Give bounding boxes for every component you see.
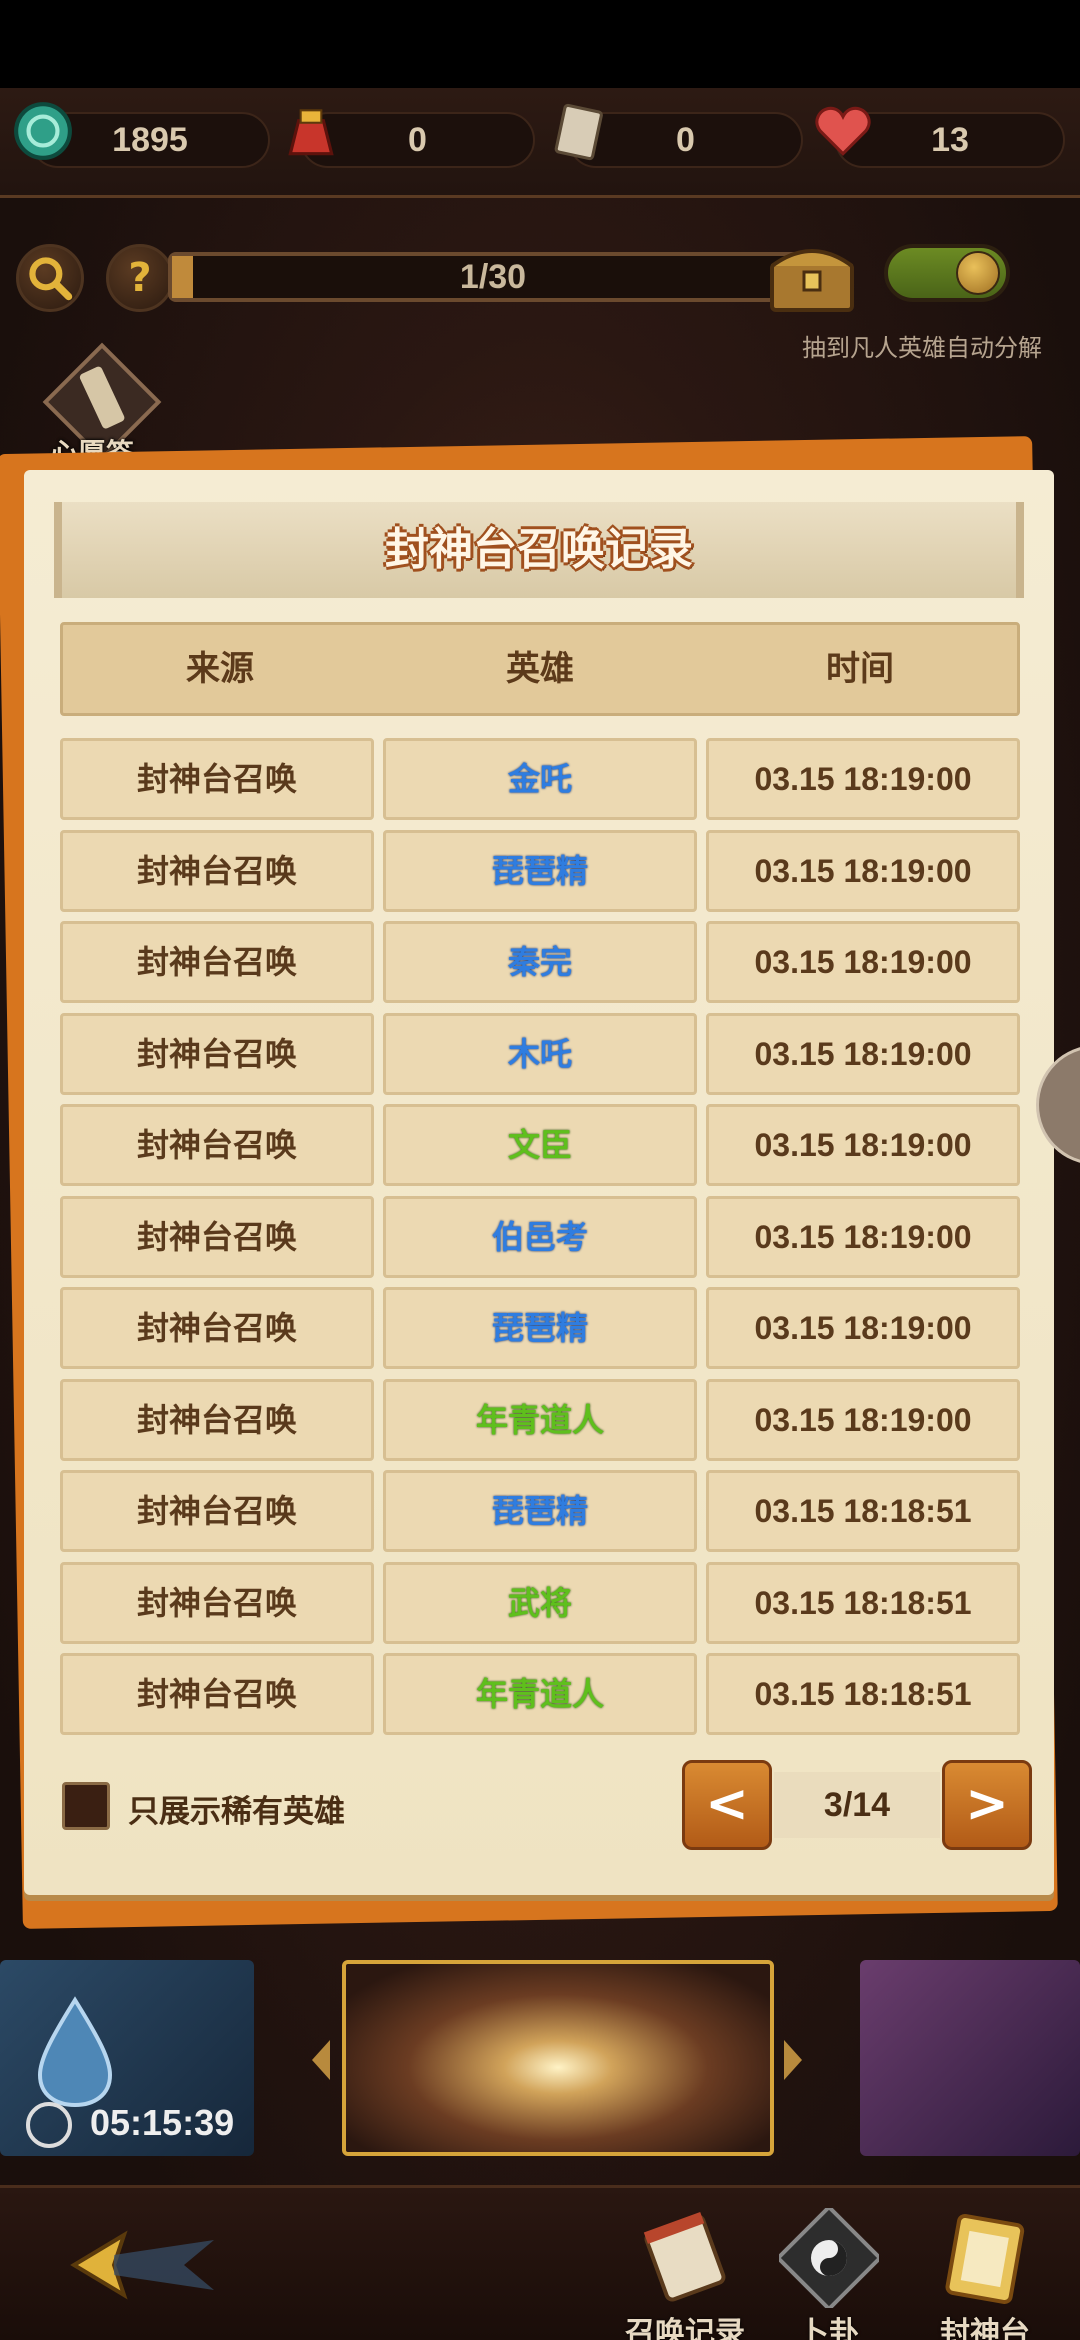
nav-altar[interactable]: 封神台 <box>920 2200 1050 2340</box>
help-button[interactable]: ? <box>106 244 174 312</box>
cell-time: 03.15 18:19:00 <box>706 738 1020 820</box>
cell-hero: 木吒 <box>383 1012 697 1095</box>
table-row: 封神台召唤 武将 03.15 18:18:51 <box>60 1561 1020 1644</box>
search-icon <box>29 257 73 301</box>
table-row: 封神台召唤 琵琶精 03.15 18:19:00 <box>60 1287 1020 1369</box>
cell-source: 封神台召唤 <box>60 1470 374 1552</box>
cell-source: 封神台召唤 <box>60 1195 374 1278</box>
cell-hero: 伯邑考 <box>383 1195 697 1278</box>
nav-divination[interactable]: 卜卦 <box>764 2200 894 2340</box>
header-time: 时间 <box>826 649 894 689</box>
event-timer: 05:15:39 <box>90 2102 235 2143</box>
ticket-icon <box>554 103 603 161</box>
nav-divination-label: 卜卦 <box>799 2316 859 2340</box>
toggle-knob <box>956 251 1000 295</box>
carousel-right-arrow[interactable] <box>784 2040 802 2080</box>
cell-source: 封神台召唤 <box>60 921 374 1003</box>
search-button[interactable] <box>16 244 84 312</box>
cell-hero: 琵琶精 <box>383 1287 697 1369</box>
auto-decompose-toggle[interactable] <box>884 244 1010 302</box>
cell-hero: 文臣 <box>383 1104 697 1186</box>
treasure-chest-icon[interactable] <box>764 236 860 316</box>
cell-time: 03.15 18:19:00 <box>706 829 1020 912</box>
table-row: 封神台召唤 伯邑考 03.15 18:19:00 <box>60 1195 1020 1278</box>
cell-time: 03.15 18:19:00 <box>706 1378 1020 1461</box>
nav-summon-record-label: 召唤记录 <box>625 2316 745 2340</box>
cell-source: 封神台召唤 <box>60 829 374 912</box>
resource-bar: 1895 0 0 13 <box>0 88 1080 198</box>
status-bar <box>0 0 1080 88</box>
header-source: 来源 <box>186 649 254 689</box>
cell-source: 封神台召唤 <box>60 1561 374 1644</box>
nav-summon-record[interactable]: 召唤记录 <box>620 2200 750 2340</box>
question-icon: ? <box>128 255 152 301</box>
nav-altar-label: 封神台 <box>940 2316 1030 2340</box>
panel-title: 封神台召唤记录 <box>385 524 693 575</box>
pagination: < 3/14 > <box>682 1760 1032 1850</box>
treasure-bag-icon <box>288 109 334 156</box>
cell-source: 封神台召唤 <box>60 738 374 820</box>
cell-time: 03.15 18:18:51 <box>706 1470 1020 1552</box>
cell-source: 封神台召唤 <box>60 1287 374 1369</box>
carousel-left-arrow[interactable] <box>312 2040 330 2080</box>
cell-time: 03.15 18:19:00 <box>706 1287 1020 1369</box>
cell-time: 03.15 18:18:51 <box>706 1653 1020 1735</box>
table-row: 封神台召唤 年青道人 03.15 18:18:51 <box>60 1653 1020 1735</box>
cell-hero: 琵琶精 <box>383 829 697 912</box>
banner-summon-vortex[interactable] <box>342 1960 774 2156</box>
scroll-record-icon <box>643 2212 726 2302</box>
summon-record-panel: 封神台召唤记录 来源 英雄 时间 封神台召唤 金吒 03.15 18:19:00 封神… <box>24 470 1054 1895</box>
table-row: 封神台召唤 文臣 03.15 18:19:00 <box>60 1104 1020 1186</box>
cell-source: 封神台召唤 <box>60 1104 374 1186</box>
page-indicator: 3/14 <box>774 1772 940 1838</box>
progress-text: 1/30 <box>459 258 527 296</box>
header-hero: 英雄 <box>506 649 574 689</box>
summon-progress-bar: 1/30 <box>168 252 818 302</box>
cell-source: 封神台召唤 <box>60 1378 374 1461</box>
table-row: 封神台召唤 木吒 03.15 18:19:00 <box>60 1012 1020 1095</box>
altar-scroll-icon <box>945 2213 1025 2304</box>
heart-icon <box>815 106 871 156</box>
banner-hero-preview[interactable] <box>860 1960 1080 2156</box>
table-header: 来源 英雄 时间 <box>60 622 1020 716</box>
table-row: 封神台召唤 琵琶精 03.15 18:19:00 <box>60 829 1020 912</box>
table-row: 封神台召唤 金吒 03.15 18:19:00 <box>60 738 1020 820</box>
cell-time: 03.15 18:19:00 <box>706 1195 1020 1278</box>
water-drop-icon <box>37 1996 113 2108</box>
cell-source: 封神台召唤 <box>60 1012 374 1095</box>
clock-icon <box>26 2102 72 2148</box>
cell-time: 03.15 18:19:00 <box>706 1104 1020 1186</box>
table-row: 封神台召唤 琵琶精 03.15 18:18:51 <box>60 1470 1020 1552</box>
rare-only-label: 只展示稀有英雄 <box>128 1794 345 1830</box>
back-arrow-icon[interactable] <box>14 2210 234 2320</box>
cell-hero: 琵琶精 <box>383 1470 697 1552</box>
cell-hero: 年青道人 <box>383 1653 697 1735</box>
next-page-button[interactable]: > <box>942 1760 1032 1850</box>
cell-time: 03.15 18:19:00 <box>706 1012 1020 1095</box>
cell-hero: 武将 <box>383 1561 697 1644</box>
cell-time: 03.15 18:18:51 <box>706 1561 1020 1644</box>
coin-icon <box>14 102 72 160</box>
table-row: 封神台召唤 秦完 03.15 18:19:00 <box>60 921 1020 1003</box>
table-row: 封神台召唤 年青道人 03.15 18:19:00 <box>60 1378 1020 1461</box>
cell-time: 03.15 18:19:00 <box>706 921 1020 1003</box>
rare-only-checkbox[interactable] <box>62 1782 110 1830</box>
cell-hero: 金吒 <box>383 738 697 820</box>
cell-source: 封神台召唤 <box>60 1653 374 1735</box>
auto-decompose-label: 抽到凡人英雄自动分解 <box>802 334 1042 362</box>
title-banner: 封神台召唤记录 <box>54 502 1024 598</box>
prev-page-button[interactable]: < <box>682 1760 772 1850</box>
cell-hero: 年青道人 <box>383 1378 697 1461</box>
cell-hero: 秦完 <box>383 921 697 1003</box>
bagua-icon <box>779 2208 879 2308</box>
